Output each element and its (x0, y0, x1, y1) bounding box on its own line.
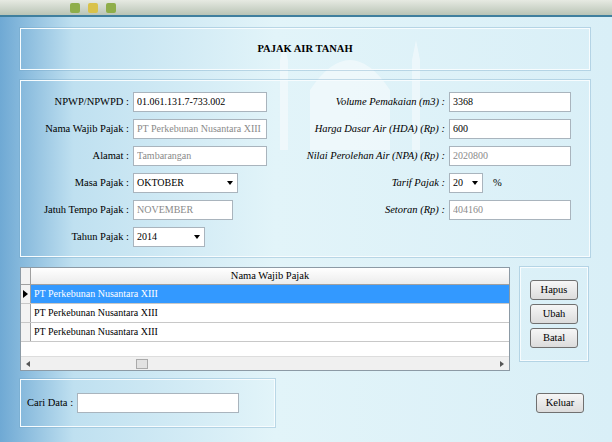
data-grid[interactable]: Nama Wajib PajakPT Perkebunan Nusantara … (20, 267, 510, 371)
field-label: NPWP/NPWPD : (21, 94, 129, 110)
text-field[interactable] (449, 92, 571, 112)
field-row: Nama Wajib Pajak : (21, 115, 279, 142)
field-label: Tahun Pajak : (21, 229, 129, 245)
left-arrow-icon (26, 361, 30, 367)
table-cell[interactable]: PT Perkebunan Nusantara XIII (31, 323, 509, 341)
table-cell[interactable]: PT Perkebunan Nusantara XIII (31, 285, 509, 303)
batal-button[interactable]: Batal (530, 328, 578, 348)
unit-label: % (493, 175, 502, 191)
field-label: Tarif Pajak : (279, 175, 445, 191)
text-field[interactable] (449, 119, 571, 139)
toolbar-icon (88, 3, 98, 13)
dropdown-value: 20 (453, 175, 463, 190)
table-row[interactable]: PT Perkebunan Nusantara XIII (21, 304, 509, 323)
text-field[interactable] (133, 92, 267, 112)
row-indicator (21, 268, 31, 284)
tax-form-window: PAJAK AIR TANAH NPWP/NPWPD : Nama Wajib P… (0, 0, 612, 442)
toolbar-strip (0, 0, 612, 17)
horizontal-scrollbar[interactable] (21, 356, 509, 370)
right-arrow-icon (500, 361, 504, 367)
row-indicator (21, 304, 31, 322)
field-row: Harga Dasar Air (HDA) (Rp) : (279, 115, 589, 142)
dropdown[interactable]: 20 (449, 173, 483, 193)
dropdown-arrow-icon[interactable] (472, 181, 478, 185)
field-row: Alamat : (21, 142, 279, 169)
dropdown[interactable]: OKTOBER (133, 173, 238, 193)
text-field (449, 200, 571, 220)
dropdown-value: OKTOBER (137, 175, 184, 190)
text-field (449, 146, 571, 166)
field-label: Setoran (Rp) : (279, 202, 445, 218)
scroll-track[interactable] (35, 357, 495, 370)
ubah-button[interactable]: Ubah (530, 304, 578, 324)
dropdown-value: 2014 (137, 229, 157, 244)
row-indicator (21, 285, 31, 303)
field-label: Alamat : (21, 148, 129, 164)
fields-panel: NPWP/NPWPD : Nama Wajib Pajak : Alamat : Ma… (20, 80, 590, 257)
field-label: Masa Pajak : (21, 175, 129, 191)
text-field (133, 119, 267, 139)
row-indicator (21, 323, 31, 341)
form-title: PAJAK AIR TANAH (20, 28, 590, 70)
toolbar-icon (70, 3, 80, 13)
field-label: Volume Pemakaian (m3) : (279, 94, 445, 110)
dropdown-arrow-icon[interactable] (227, 181, 233, 185)
dropdown-arrow-icon[interactable] (194, 235, 200, 239)
field-row: Jatuh Tempo Pajak : (21, 196, 279, 223)
scroll-thumb[interactable] (136, 359, 148, 369)
search-panel: Cari Data : (20, 379, 275, 427)
text-field (133, 200, 233, 220)
search-field[interactable] (77, 393, 239, 413)
field-label: Jatuh Tempo Pajak : (21, 202, 129, 218)
field-label: Nama Wajib Pajak : (21, 121, 129, 137)
table-row[interactable]: PT Perkebunan Nusantara XIII (21, 323, 509, 342)
scroll-right-button[interactable] (495, 357, 509, 370)
action-panel: Hapus Ubah Batal (520, 267, 588, 361)
table-cell[interactable]: PT Perkebunan Nusantara XIII (31, 304, 509, 322)
exit-area: Keluar (536, 393, 584, 413)
field-label: Harga Dasar Air (HDA) (Rp) : (279, 121, 445, 137)
right-fields: Volume Pemakaian (m3) : Harga Dasar Air (… (279, 88, 589, 250)
field-row: Nilai Perolehan Air (NPA) (Rp) : (279, 142, 589, 169)
field-row: Tarif Pajak : 20% (279, 169, 589, 196)
grid-header: Nama Wajib Pajak (21, 268, 509, 285)
left-fields: NPWP/NPWPD : Nama Wajib Pajak : Alamat : Ma… (21, 88, 279, 250)
field-row: Tahun Pajak : 2014 (21, 223, 279, 250)
search-label: Cari Data : (27, 395, 73, 411)
field-row: Setoran (Rp) : (279, 196, 589, 223)
exit-button[interactable]: Keluar (536, 393, 584, 413)
table-row[interactable]: PT Perkebunan Nusantara XIII (21, 285, 509, 304)
column-header[interactable]: Nama Wajib Pajak (31, 268, 509, 284)
field-row: NPWP/NPWPD : (21, 88, 279, 115)
scroll-left-button[interactable] (21, 357, 35, 370)
field-row: Volume Pemakaian (m3) : (279, 88, 589, 115)
hapus-button[interactable]: Hapus (530, 280, 578, 300)
field-row: Masa Pajak : OKTOBER (21, 169, 279, 196)
grid-empty-area (21, 342, 509, 356)
text-field (133, 146, 267, 166)
toolbar-icon (106, 3, 116, 13)
field-label: Nilai Perolehan Air (NPA) (Rp) : (279, 148, 445, 164)
dropdown[interactable]: 2014 (133, 227, 205, 247)
